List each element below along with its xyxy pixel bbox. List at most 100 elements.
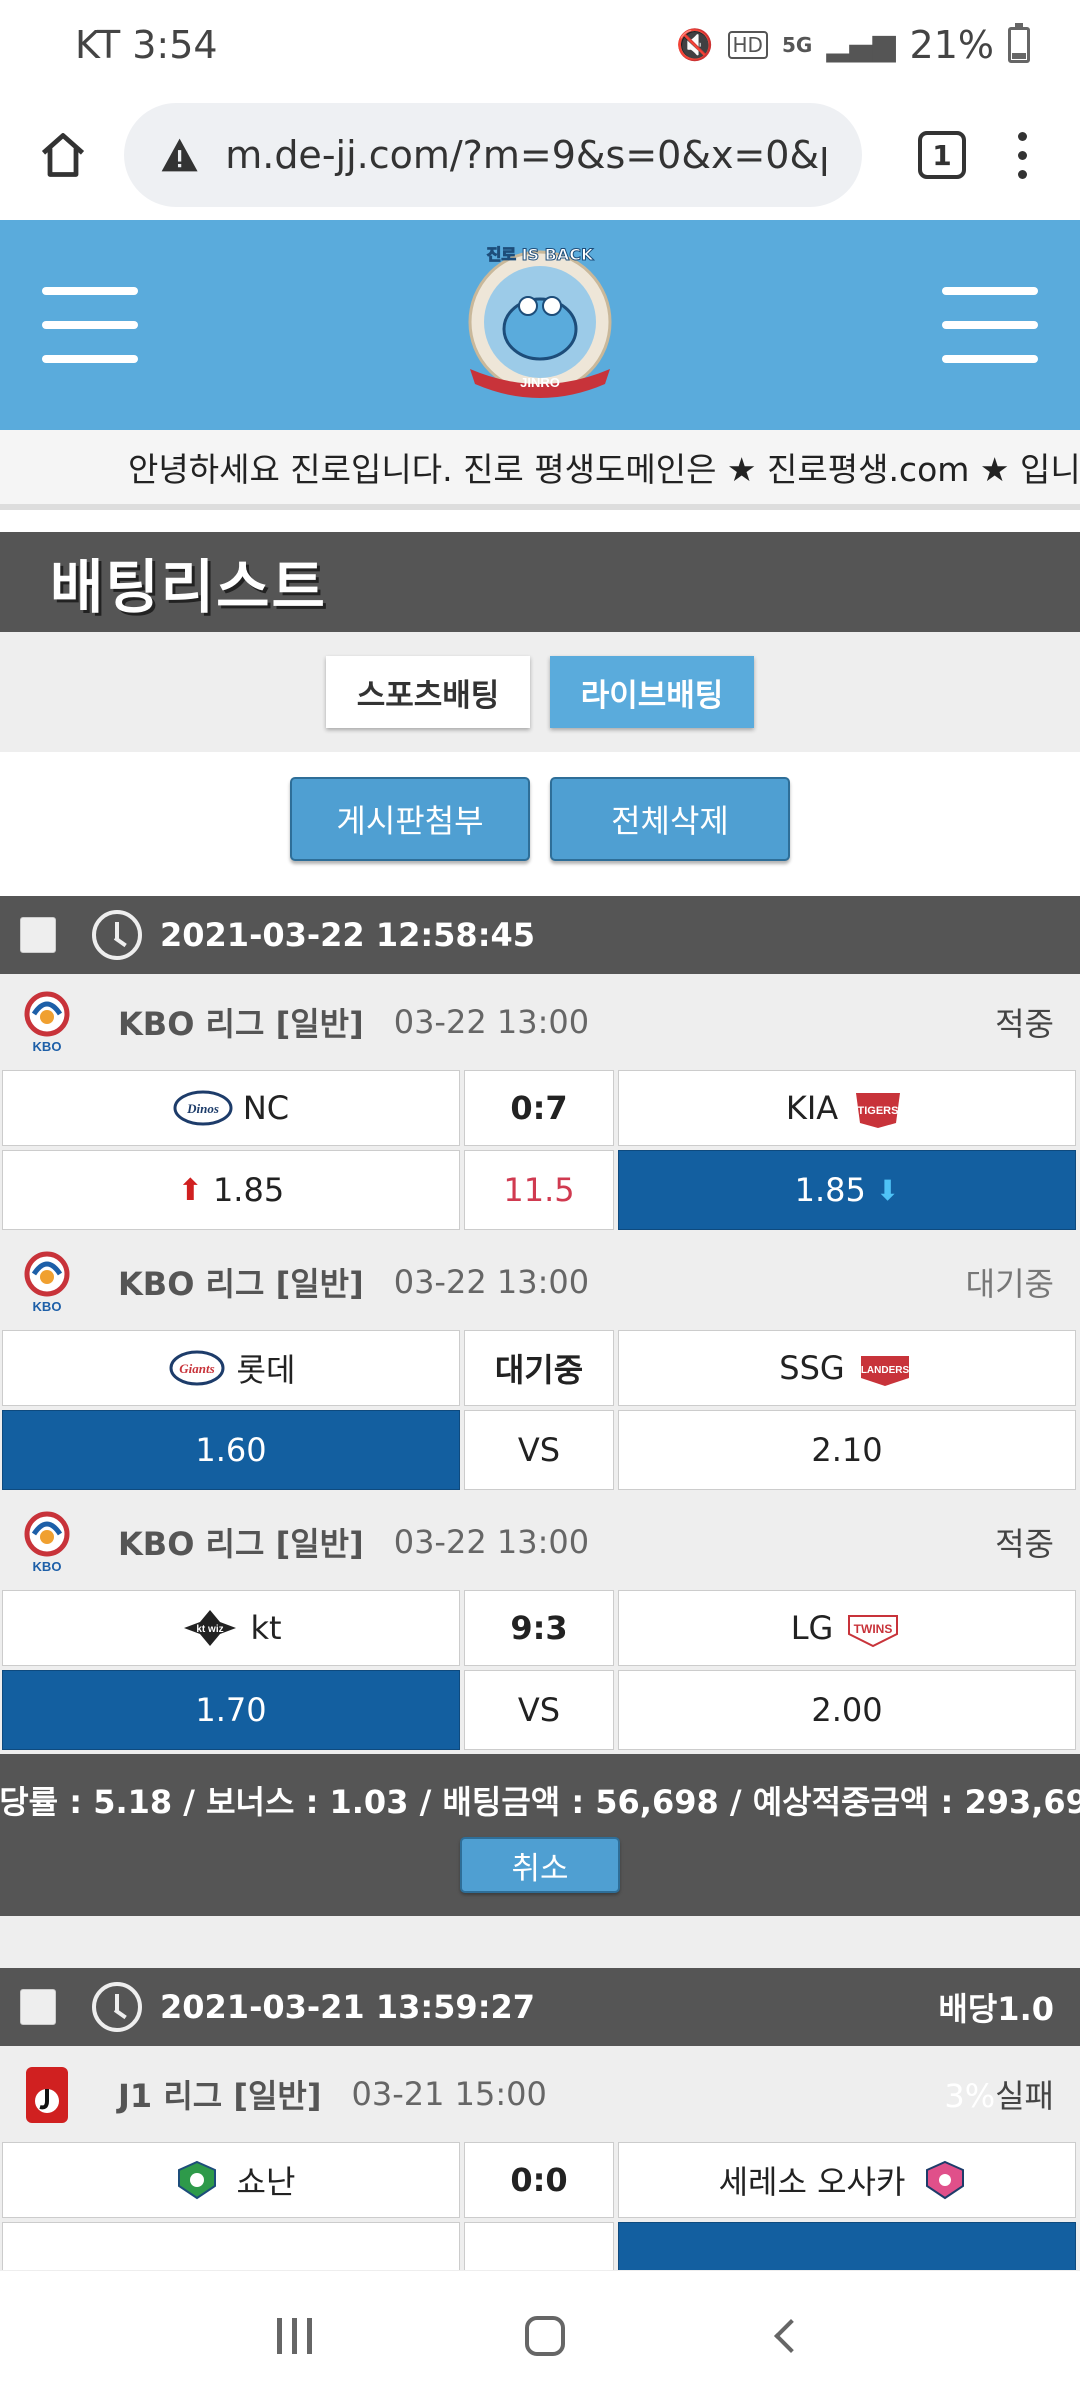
action-buttons: 게시판첨부 전체삭제	[0, 752, 1080, 876]
odds-home[interactable]: 1.70	[2, 1670, 460, 1750]
svg-text:KBO: KBO	[33, 1559, 62, 1574]
lotte-giants-logo-icon: Giants	[169, 1350, 225, 1386]
score: 대기중	[464, 1330, 614, 1406]
league-name: KBO 리그 [일반]	[118, 1005, 364, 1043]
odds-away[interactable]: 2.10	[618, 1410, 1076, 1490]
svg-text:JINRO: JINRO	[520, 375, 560, 390]
5g-icon: 5G	[781, 33, 813, 57]
game-status: 적중	[995, 1005, 1054, 1043]
svg-text:TIGERS: TIGERS	[858, 1105, 899, 1117]
home-team: 쇼난	[2, 2142, 460, 2218]
summary-text: 배당률 : 5.18 / 보너스 : 1.03 / 배팅금액 : 56,698 …	[0, 1783, 1080, 1821]
odds-home[interactable]: 1.60	[2, 1410, 460, 1490]
kia-tigers-logo-icon: TIGERS	[856, 1093, 901, 1128]
clock-icon	[92, 910, 142, 960]
league-name: J1 리그 [일반]	[118, 2077, 322, 2115]
tab-sports-betting[interactable]: 스포츠배팅	[326, 656, 530, 728]
odds-row: ⬆ 1.85 11.5 1.85 ⬇	[0, 1150, 1080, 1234]
teams-row: Giants 롯데 대기중 SSG LANDERS	[0, 1330, 1080, 1410]
score: 9:3	[464, 1590, 614, 1666]
tab-live-betting[interactable]: 라이브배팅	[550, 656, 754, 728]
recent-apps-icon[interactable]	[276, 2317, 312, 2354]
notice-marquee: 안녕하세요 진로입니다. 진로 평생도메인은 ★ 진로평생.com ★ 입니다	[0, 430, 1080, 510]
system-nav-bar	[0, 2270, 1080, 2400]
mute-icon: 🔇	[676, 27, 714, 63]
game-time: 03-22 13:00	[393, 1003, 590, 1041]
kt-wiz-logo-icon: kt wiz	[184, 1610, 237, 1646]
cancel-button[interactable]: 취소	[460, 1837, 620, 1893]
j-league-logo-icon	[26, 2067, 68, 2123]
league-name: KBO 리그 [일반]	[118, 1265, 364, 1303]
away-team: SSG LANDERS	[618, 1330, 1076, 1406]
kbo-logo-icon: KBO	[24, 991, 70, 1054]
status-bar: KT 3:54 🔇 HD 5G ▂▄▆ 21%	[0, 0, 1080, 90]
site-header: JINRO 진로 IS BACK	[0, 220, 1080, 430]
game-time: 03-22 13:00	[393, 1263, 590, 1301]
teams-row: kt wiz kt 9:3 LG TWINS	[0, 1590, 1080, 1670]
game-time: 03-22 13:00	[393, 1523, 590, 1561]
battery-icon	[1008, 23, 1030, 63]
home-team: Dinos NC	[2, 1070, 460, 1146]
home-nav-icon[interactable]	[525, 2315, 566, 2356]
kbo-logo-icon: KBO	[24, 1511, 70, 1574]
ssg-landers-logo-icon: LANDERS	[861, 1356, 910, 1386]
cerezo-osaka-logo-icon	[926, 2160, 965, 2200]
teams-row: 쇼난 0:0 세레소 오사카	[0, 2142, 1080, 2222]
hd-icon: HD	[727, 31, 768, 59]
svg-text:진로 IS BACK: 진로 IS BACK	[487, 245, 594, 264]
svg-text:LANDERS: LANDERS	[861, 1365, 910, 1376]
select-checkbox[interactable]	[20, 917, 56, 953]
bet-slip-header: 2021-03-22 12:58:45	[0, 896, 1080, 974]
game-info: KBO KBO 리그 [일반] 03-22 13:00 적중	[0, 974, 1080, 1070]
home-team: kt wiz kt	[2, 1590, 460, 1666]
game-status: 대기중	[965, 1265, 1054, 1303]
game-info: J1 리그 [일반] 03-21 15:00 3%실패	[0, 2046, 1080, 2142]
nc-dinos-logo-icon: Dinos	[173, 1090, 233, 1126]
arrow-up-icon: ⬆	[177, 1172, 203, 1208]
vs-label: VS	[464, 1410, 614, 1490]
tab-switcher-button[interactable]: 1	[918, 131, 966, 179]
page-title: 배팅리스트	[50, 553, 327, 621]
league-name: KBO 리그 [일반]	[118, 1525, 364, 1563]
shonan-bellmare-logo-icon	[177, 2160, 216, 2200]
warning-icon	[161, 138, 198, 172]
home-icon[interactable]	[28, 120, 98, 190]
score: 0:0	[464, 2142, 614, 2218]
svg-text:KBO: KBO	[33, 1299, 62, 1314]
svg-text:kt wiz: kt wiz	[197, 1624, 224, 1635]
away-team: LG TWINS	[618, 1590, 1076, 1666]
left-menu-icon[interactable]	[40, 287, 140, 363]
delete-all-button[interactable]: 전체삭제	[550, 777, 790, 861]
home-team: Giants 롯데	[2, 1330, 460, 1406]
url-text: m.de-jj.com/?m=9&s=0&x=0&p=0	[225, 133, 826, 177]
game-time: 03-21 15:00	[351, 2075, 547, 2113]
battery-percent: 21%	[909, 23, 994, 67]
teams-row: Dinos NC 0:7 KIA TIGERS	[0, 1070, 1080, 1150]
game-info: KBO KBO 리그 [일반] 03-22 13:00 적중	[0, 1494, 1080, 1590]
svg-text:Giants: Giants	[179, 1361, 214, 1376]
select-checkbox[interactable]	[20, 1989, 56, 2025]
address-bar[interactable]: m.de-jj.com/?m=9&s=0&x=0&p=0	[124, 103, 862, 207]
bet-summary: 배당률 : 5.18 / 보너스 : 1.03 / 배팅금액 : 56,698 …	[0, 1754, 1080, 1916]
lg-twins-logo-icon: TWINS	[848, 1615, 899, 1648]
odds-home[interactable]: ⬆ 1.85	[2, 1150, 460, 1230]
jinro-logo[interactable]: JINRO 진로 IS BACK	[440, 224, 640, 424]
clock-icon	[92, 1982, 142, 2032]
arrow-down-icon: ⬇	[875, 1173, 900, 1207]
bet-type-tabs: 스포츠배팅 라이브배팅	[0, 632, 1080, 752]
vs-label: VS	[464, 1670, 614, 1750]
odds-away[interactable]: 1.85 ⬇	[618, 1150, 1076, 1230]
svg-text:TWINS: TWINS	[854, 1622, 893, 1636]
browser-toolbar: m.de-jj.com/?m=9&s=0&x=0&p=0 1	[0, 90, 1080, 220]
right-menu-icon[interactable]	[940, 287, 1040, 363]
svg-text:KBO: KBO	[33, 1039, 62, 1054]
away-team: 세레소 오사카	[618, 2142, 1076, 2218]
odds-away[interactable]: 2.00	[618, 1670, 1076, 1750]
browser-menu-icon[interactable]	[992, 131, 1052, 179]
attach-board-button[interactable]: 게시판첨부	[290, 777, 530, 861]
odds-row: 1.70 VS 2.00	[0, 1670, 1080, 1754]
bet-slip-header: 2021-03-21 13:59:27 배당1.0	[0, 1968, 1080, 2046]
dividend-label: 배당1.0	[938, 1990, 1054, 2028]
back-icon[interactable]	[774, 2318, 809, 2353]
odds-row: 1.60 VS 2.10	[0, 1410, 1080, 1494]
